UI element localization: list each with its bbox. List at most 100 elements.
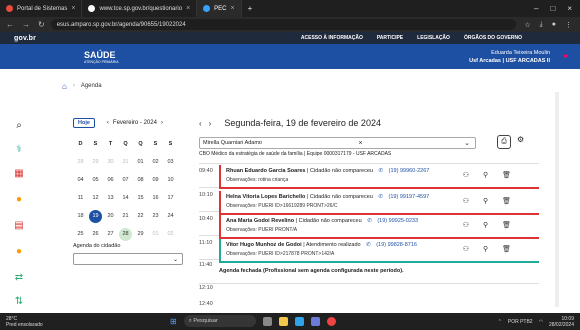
search-icon[interactable]: ⌕ [12,118,26,132]
calendar-day[interactable]: 16 [148,189,163,207]
chevron-down-icon[interactable]: ⌄ [464,139,475,147]
gov-link[interactable]: PARTICIPE [377,35,403,41]
appointment-card[interactable]: Ana Maria Godoi Revelino | Cidadão não c… [219,215,539,239]
chrome-icon[interactable] [326,316,336,326]
calendar-day[interactable]: 18 [73,207,88,225]
calendar-icon[interactable]: ▦ [12,166,26,180]
calendar-day[interactable]: 08 [133,171,148,189]
appointment-card[interactable]: Vitor Hugo Munhoz de Godoi | Atendimento… [219,239,539,263]
calendar-day[interactable]: 01 [133,153,148,171]
close-window-icon[interactable]: × [567,4,572,13]
attend-icon[interactable]: ⚇ [463,197,469,205]
report-icon[interactable]: ⇅ [12,294,26,308]
prev-month-icon[interactable]: ‹ [107,120,109,126]
calendar-day[interactable]: 27 [103,225,118,243]
next-month-icon[interactable]: › [161,120,163,126]
gear-icon[interactable]: ⚙ [517,135,524,144]
user-health-icon[interactable]: ● [12,192,26,206]
gov-link[interactable]: LEGISLAÇÃO [417,35,450,41]
govbr-logo[interactable]: gov.br [14,35,36,42]
clock[interactable]: 10:09 28/02/2024 [549,316,574,328]
calendar-day[interactable]: 28 [73,153,88,171]
attend-icon[interactable]: ⚇ [463,171,469,179]
appointment-card[interactable]: Helna Vitoria Lopes Barichello | Cidadão… [219,191,539,215]
calendar-day[interactable]: 22 [133,207,148,225]
citizen-icon[interactable]: ⚲ [483,221,488,229]
trash-icon[interactable]: 🗑 [502,197,511,205]
wifi-icon[interactable]: ◠ [539,319,543,325]
close-tab-icon[interactable]: × [71,5,75,12]
explorer-icon[interactable] [278,316,288,326]
tray-chevron-icon[interactable]: ⌃ [498,319,502,325]
profile-icon[interactable]: ● [552,21,556,29]
calendar-day[interactable]: 21 [118,207,133,225]
forward-icon[interactable]: → [22,20,30,29]
task-view-icon[interactable] [262,316,272,326]
calendar-day[interactable]: 07 [118,171,133,189]
appointment-card[interactable]: Rhuan Eduardo Garcia Soares | Cidadão nã… [219,165,539,189]
calendar-day[interactable]: 17 [163,189,178,207]
citizen-icon[interactable]: ⚲ [483,197,488,205]
next-day-icon[interactable]: › [209,119,212,128]
calendar-day[interactable]: 29 [133,225,148,243]
calendar-day[interactable]: 30 [103,153,118,171]
calendar-day[interactable]: 15 [133,189,148,207]
clear-icon[interactable]: × [359,140,368,147]
professional-select[interactable]: Mirella Quarniari Adamo × ⌄ [199,137,476,149]
gov-link[interactable]: ÓRGÃOS DO GOVERNO [464,35,522,41]
trash-icon[interactable]: 🗑 [502,171,511,179]
calendar-day[interactable]: 03 [163,153,178,171]
download-icon[interactable]: ⤓ [540,21,543,29]
back-icon[interactable]: ← [6,20,14,29]
transfer-icon[interactable]: ⇄ [12,270,26,284]
tab-pec[interactable]: PEC × [197,0,242,17]
saude-logo[interactable]: SAÚDE ATENÇÃO PRIMÁRIA [84,50,119,64]
attend-icon[interactable]: ⚇ [463,221,469,229]
document-icon[interactable]: ▤ [12,218,26,232]
tab-portal[interactable]: Portal de Sistemas × [0,0,83,17]
calendar-day[interactable]: 09 [148,171,163,189]
calendar-day[interactable]: 01 [148,225,163,243]
store-icon[interactable] [310,316,320,326]
vitals-icon[interactable]: ⚕ [12,142,26,156]
language-indicator[interactable]: POR PTB2 [508,319,533,325]
reload-icon[interactable]: ↻ [38,20,45,29]
calendar-day[interactable]: 11 [73,189,88,207]
prev-day-icon[interactable]: ‹ [199,119,202,128]
page-scrollbar[interactable] [555,92,559,307]
calendar-day[interactable]: 04 [73,171,88,189]
trash-icon[interactable]: 🗑 [502,245,511,253]
calendar-day[interactable]: 02 [148,153,163,171]
menu-icon[interactable]: ⋮ [565,21,572,29]
edge-icon[interactable] [294,316,304,326]
home-icon[interactable]: ⌂ [62,82,67,91]
calendar-day[interactable]: 20 [103,207,118,225]
calendar-day[interactable]: 23 [148,207,163,225]
close-tab-icon[interactable]: × [231,5,235,12]
minimize-icon[interactable]: – [534,4,538,13]
calendar-day-selected[interactable]: 19 [89,209,102,223]
close-tab-icon[interactable]: × [186,5,190,12]
calendar-day[interactable]: 24 [163,207,178,225]
calendar-day[interactable]: 06 [103,171,118,189]
calendar-day[interactable]: 26 [88,225,103,243]
url-field[interactable]: esus.amparo.sp.gov.br/agenda/90655/19022… [50,19,517,30]
calendar-day[interactable]: 05 [88,171,103,189]
citizen-icon[interactable]: ⚲ [483,171,488,179]
agenda-cidadao-select[interactable]: ⌄ [73,253,183,265]
tab-tce[interactable]: www.tce.sp.gov.br/questionario × [82,0,198,17]
windows-start-icon[interactable]: ⊞ [170,317,177,326]
attend-icon[interactable]: ⚇ [463,245,469,253]
trash-icon[interactable]: 🗑 [502,221,511,229]
print-button[interactable]: ⎙ [497,135,511,149]
maximize-icon[interactable]: □ [550,4,555,13]
weather-widget[interactable]: 28°C Pred ensolarado [6,316,43,328]
calendar-day-current[interactable]: 28 [119,227,132,241]
calendar-day[interactable]: 12 [88,189,103,207]
taskbar-search[interactable]: ⌕ Pesquisar [183,315,256,327]
calendar-day[interactable]: 14 [118,189,133,207]
calendar-day[interactable]: 13 [103,189,118,207]
star-icon[interactable]: ☆ [524,21,530,29]
user-menu-icon[interactable]: ♥ [563,52,568,61]
calendar-day[interactable]: 25 [73,225,88,243]
